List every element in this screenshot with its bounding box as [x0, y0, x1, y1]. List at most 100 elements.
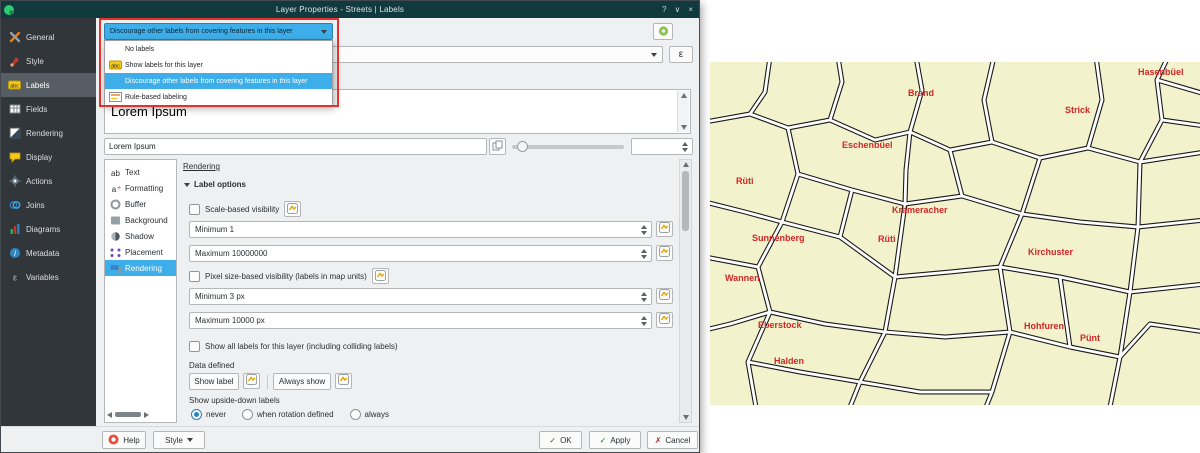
style-tab-buffer[interactable]: Buffer — [105, 196, 176, 212]
sample-text-input[interactable] — [104, 138, 487, 155]
scroll-left-icon — [107, 412, 112, 418]
override-icon — [659, 311, 670, 329]
size-spinbox[interactable] — [631, 138, 693, 155]
label-options-group-header[interactable]: Label options — [184, 180, 246, 189]
rendering-panel: Rendering Label options Scale-based visi… — [181, 159, 677, 423]
tab-list-hscrollbar[interactable] — [107, 410, 169, 419]
style-tab-text[interactable]: abText — [105, 164, 176, 180]
style-icon — [8, 55, 21, 67]
chevron-down-icon — [321, 30, 327, 34]
scale-min-spinbox[interactable]: Minimum 1 — [189, 221, 652, 238]
dropdown-option-show-labels-for-this-layer[interactable]: abcShow labels for this layer — [105, 57, 332, 73]
dropdown-option-no-labels[interactable]: No labels — [105, 41, 332, 57]
scroll-right-icon — [144, 412, 149, 418]
ok-button[interactable]: ✓ OK — [539, 431, 582, 449]
dialog-footer: Help Style ✓ OK ✓ Apply ✗ Cancel — [1, 426, 699, 452]
joins-icon — [8, 199, 21, 211]
scale-visibility-row: Scale-based visibility — [189, 201, 301, 217]
label-mode-combobox[interactable]: Discourage other labels from covering fe… — [104, 23, 333, 40]
sidebar-item-variables[interactable]: εVariables — [1, 265, 96, 289]
sidebar-item-labels[interactable]: abcLabels — [1, 73, 96, 97]
qgis-window-icon — [3, 4, 18, 16]
hscroll-thumb[interactable] — [115, 412, 141, 417]
radio-when-rotation-defined[interactable]: when rotation defined — [242, 409, 334, 420]
sidebar-item-general[interactable]: General — [1, 25, 96, 49]
size-slider[interactable] — [512, 141, 624, 153]
panel-scrollbar[interactable] — [679, 159, 692, 423]
svg-text:+: + — [116, 185, 120, 192]
scale-visibility-override-button[interactable] — [284, 201, 301, 217]
scale-max-spinbox[interactable]: Maximum 10000000 — [189, 245, 652, 262]
help-button[interactable]: Help — [102, 431, 146, 449]
show-label-override-button[interactable] — [243, 373, 260, 389]
scale-visibility-checkbox[interactable] — [189, 204, 200, 215]
always-show-button[interactable]: Always show — [273, 373, 331, 390]
style-tab-placement[interactable]: Placement — [105, 244, 176, 260]
map-label-strick: Strick — [1065, 105, 1090, 115]
svg-text:ε: ε — [12, 273, 16, 283]
help-icon — [108, 434, 119, 447]
titlebar-close-button[interactable]: × — [688, 5, 693, 14]
svg-text:abc: abc — [10, 84, 19, 90]
rendering-header: Rendering — [183, 162, 220, 171]
titlebar-shade-button[interactable]: ∨ — [674, 5, 680, 14]
scale-min-override-button[interactable] — [656, 221, 673, 237]
style-menu-button[interactable]: Style — [153, 431, 205, 449]
preview-scrollbar[interactable] — [677, 91, 689, 132]
style-tab-rendering[interactable]: Rendering — [105, 260, 176, 276]
actions-icon — [8, 175, 21, 187]
expression-builder-button[interactable]: ε — [669, 46, 693, 63]
metadata-icon: i — [8, 247, 21, 259]
sidebar-item-fields[interactable]: Fields — [1, 97, 96, 121]
style-tab-background[interactable]: Background — [105, 212, 176, 228]
chevron-down-icon — [187, 438, 193, 442]
pixel-max-spinbox[interactable]: Maximum 10000 px — [189, 312, 652, 329]
preview-background-button[interactable] — [489, 138, 506, 155]
show-all-labels-checkbox[interactable] — [189, 341, 200, 352]
map-label-wannen: Wannen — [725, 273, 760, 283]
map-label-pünt: Pünt — [1080, 333, 1100, 343]
labels-page: Discourage other labels from covering fe… — [96, 18, 699, 426]
pixel-visibility-checkbox[interactable] — [189, 271, 200, 282]
override-icon — [659, 287, 670, 305]
sidebar-item-style[interactable]: Style — [1, 49, 96, 73]
sidebar-item-rendering[interactable]: Rendering — [1, 121, 96, 145]
pixel-visibility-override-button[interactable] — [372, 268, 389, 284]
style-tab-shadow[interactable]: Shadow — [105, 228, 176, 244]
sidebar-item-metadata[interactable]: iMetadata — [1, 241, 96, 265]
sidebar-item-display[interactable]: Display — [1, 145, 96, 169]
sidebar-item-diagrams[interactable]: Diagrams — [1, 217, 96, 241]
radio-never[interactable]: never — [191, 409, 226, 420]
radio-icon — [242, 409, 253, 420]
layer-properties-dialog: Layer Properties - Streets | Labels ? ∨ … — [0, 0, 700, 453]
cancel-button[interactable]: ✗ Cancel — [647, 431, 698, 449]
dropdown-option-discourage-other-labels-from-c[interactable]: Discourage other labels from covering fe… — [105, 73, 332, 89]
titlebar[interactable]: Layer Properties - Streets | Labels ? ∨ … — [1, 1, 699, 18]
titlebar-help-button[interactable]: ? — [662, 5, 666, 14]
abc-label-icon: abc — [108, 60, 122, 70]
pixel-min-spinbox[interactable]: Minimum 3 px — [189, 288, 652, 305]
pixel-min-override-button[interactable] — [656, 288, 673, 304]
style-tab-formatting[interactable]: a+Formatting — [105, 180, 176, 196]
display-icon — [8, 151, 21, 163]
pixel-max-override-button[interactable] — [656, 312, 673, 328]
automated-placement-settings-button[interactable] — [653, 23, 673, 40]
sidebar-item-actions[interactable]: Actions — [1, 169, 96, 193]
vscroll-thumb[interactable] — [682, 171, 689, 231]
sidebar-item-joins[interactable]: Joins — [1, 193, 96, 217]
check-icon: ✓ — [600, 436, 607, 445]
dropdown-option-rule-based-labeling[interactable]: Rule-based labeling — [105, 89, 332, 105]
always-show-override-button[interactable] — [335, 373, 352, 389]
style-tab-list: abTexta+FormattingBufferBackgroundShadow… — [104, 159, 177, 423]
override-icon — [375, 270, 386, 283]
apply-button[interactable]: ✓ Apply — [589, 431, 641, 449]
show-label-button[interactable]: Show label — [189, 373, 239, 390]
override-icon — [246, 372, 257, 390]
upside-down-label: Show upside-down labels — [189, 396, 280, 405]
scale-max-override-button[interactable] — [656, 245, 673, 261]
placement-icon — [108, 247, 122, 258]
radio-always[interactable]: always — [350, 409, 389, 420]
override-icon — [338, 372, 349, 390]
slider-handle[interactable] — [517, 141, 528, 152]
cross-icon: ✗ — [655, 436, 662, 445]
